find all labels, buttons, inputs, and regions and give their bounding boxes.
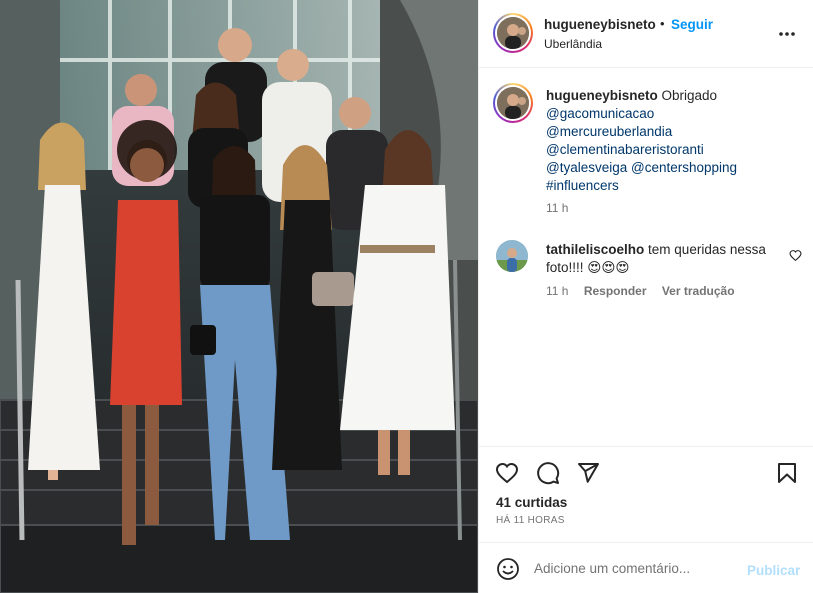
post-location[interactable]: Uberlândia [544, 37, 602, 51]
post-header: hugueneybisneto • Seguir Uberlândia [479, 0, 813, 68]
add-comment-input[interactable] [534, 557, 734, 579]
post-photo[interactable] [0, 0, 478, 593]
post-age[interactable]: HÁ 11 HORAS [496, 515, 565, 526]
comment-timestamp[interactable]: 11 h [546, 284, 568, 298]
emoji-icon[interactable] [496, 557, 520, 581]
mention-link[interactable]: @mercureuberlandia [546, 123, 801, 141]
commenter-avatar[interactable] [496, 240, 528, 272]
mention-link[interactable]: @gacomunicacao [546, 105, 801, 123]
author-avatar[interactable] [493, 13, 533, 53]
follow-button[interactable]: Seguir [671, 17, 713, 32]
group-photo-illustration [0, 0, 478, 593]
post-actions: 41 curtidas HÁ 11 HORAS [479, 446, 813, 542]
more-horizontal-icon[interactable] [777, 24, 797, 44]
mention-link[interactable]: @centershopping [631, 160, 737, 175]
author-username[interactable]: hugueneybisneto [544, 17, 656, 32]
comment-item: tathileliscoelho tem queridas nessa foto… [546, 241, 776, 277]
publish-button[interactable]: Publicar [747, 563, 800, 578]
comment-like-heart-icon[interactable] [789, 249, 802, 262]
comment-icon[interactable] [536, 461, 560, 485]
caption-text: Obrigado [661, 88, 718, 103]
caption-author-avatar[interactable] [493, 83, 533, 123]
mention-link[interactable]: @clementinabareristoranti [546, 141, 801, 159]
heart-icon[interactable] [495, 461, 519, 485]
hashtag-link[interactable]: #influencers [546, 177, 801, 195]
bookmark-icon[interactable] [775, 461, 799, 485]
share-icon[interactable] [576, 461, 600, 485]
comment-meta: 11 h Responder Ver tradução [546, 284, 747, 298]
mention-link[interactable]: @tyalesveiga [546, 160, 627, 175]
see-translation-button[interactable]: Ver tradução [662, 284, 735, 298]
caption-username[interactable]: hugueneybisneto [546, 88, 658, 103]
caption-timestamp[interactable]: 11 h [546, 201, 568, 215]
likes-count[interactable]: 41 curtidas [496, 495, 567, 510]
comment-username[interactable]: tathileliscoelho [546, 242, 644, 257]
reply-button[interactable]: Responder [584, 284, 647, 298]
separator-dot: • [660, 16, 665, 31]
add-comment-bar: Publicar [479, 542, 813, 593]
post-side-panel: hugueneybisneto • Seguir Uberlândia hugu… [478, 0, 813, 593]
post-caption: hugueneybisneto Obrigado @gacomunicacao … [546, 87, 801, 195]
comments-section[interactable]: hugueneybisneto Obrigado @gacomunicacao … [479, 69, 813, 445]
